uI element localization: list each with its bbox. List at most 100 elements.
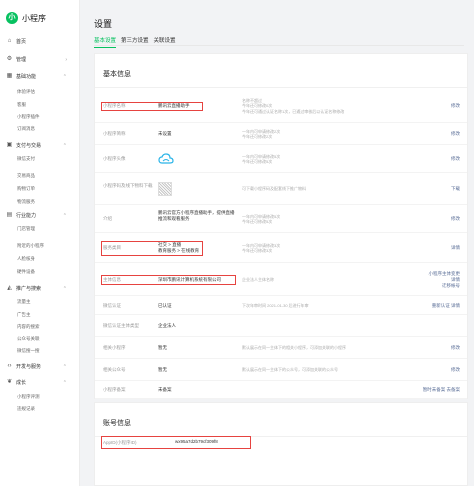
info-row: 小程序备案 未备案 暂时未备案 去备案 bbox=[95, 381, 467, 399]
description-line: 企业法人主体名称 bbox=[242, 276, 274, 282]
sidebar-item[interactable]: 小程序插件 bbox=[0, 112, 79, 121]
basic-info-card: 基本信息 小程序名称 鹏讯云直播助手 名称不超过 今年还可修改0次 今年还可通过认证名称… bbox=[94, 53, 468, 399]
basic-info-title: 基本信息 bbox=[103, 71, 131, 78]
info-row-action-link[interactable]: 下载 bbox=[451, 186, 460, 192]
sidebar-item[interactable]: 违规记录 bbox=[0, 404, 79, 413]
tab-divider bbox=[94, 45, 464, 46]
sidebar-item-label: 交易商品 bbox=[17, 172, 35, 178]
info-row: 小程序名称 鹏讯云直播助手 名称不超过 今年还可修改0次 今年还可通过认证名称1次，已通… bbox=[95, 89, 467, 123]
sidebar-item-label: 管理 bbox=[16, 57, 27, 63]
info-row-value: 鹏讯云官方小程序直播助手，提供直播推流和观看服务 bbox=[158, 210, 235, 221]
settings-tabs: 基本设置 第三方设置 关联设置 bbox=[94, 36, 181, 48]
sidebar-item[interactable]: 物流服务 bbox=[0, 197, 79, 206]
brand[interactable]: 小 小程序 bbox=[0, 0, 79, 36]
sidebar-item[interactable]: 人脸核身 bbox=[0, 254, 79, 263]
megaphone-icon: ◭ bbox=[7, 285, 12, 291]
home-icon: ⌂ bbox=[7, 38, 12, 44]
info-row-action-link[interactable]: 修改 bbox=[451, 156, 460, 162]
mini-program-code-icon[interactable] bbox=[158, 182, 172, 196]
info-row-action-link[interactable]: 修改 bbox=[451, 345, 460, 351]
description-line: 下次年审时间 2021-01-30 后进行年审 bbox=[242, 302, 309, 308]
sidebar-item-label: 内容的搜索 bbox=[17, 323, 40, 329]
sidebar-item[interactable]: 小程序评测 bbox=[0, 392, 79, 401]
info-row: 微信认证主体类型 企业法人 bbox=[95, 315, 467, 337]
info-row-label: 小程序名称 bbox=[103, 103, 126, 108]
info-row-label: 小程序码及线下物料下载 bbox=[103, 183, 153, 188]
info-row-action-link[interactable]: 小程序主体变更 详情 迁移帐号 bbox=[429, 271, 461, 289]
sidebar-item-label: 小程序评测 bbox=[17, 393, 40, 399]
sidebar-item[interactable]: ⚙ 管理 › bbox=[0, 55, 79, 64]
info-row-label: 小程序头像 bbox=[103, 156, 126, 161]
info-row-action-link[interactable]: 修改 bbox=[451, 367, 460, 373]
sidebar-item-label: 支付与交易 bbox=[16, 143, 42, 149]
description-line: 默认展示在同一主体下的公众号，可添加关联的公众号 bbox=[242, 367, 338, 373]
sidebar-item-label: 物流服务 bbox=[17, 198, 35, 204]
tab-basic[interactable]: 基本设置 bbox=[94, 36, 117, 48]
info-row-value: 未备案 bbox=[158, 387, 172, 392]
appid-value: wx95a7d2b79cf309f8 bbox=[175, 439, 218, 444]
sidebar-item[interactable]: 附近的小程序 bbox=[0, 241, 79, 250]
sidebar-item-label: 硬件设备 bbox=[17, 268, 35, 274]
info-row-description: 下次年审时间 2021-01-30 后进行年审 bbox=[242, 303, 309, 309]
sidebar-item[interactable]: 微信搜一搜 bbox=[0, 346, 79, 355]
info-row: 小程序头像 一年内可申请修改5次 今年还可修改5次 修改 bbox=[95, 145, 467, 173]
info-row-description: 名称不超过 今年还可修改0次 今年还可通过认证名称1次，已通过审核后以认证名称修改 bbox=[242, 98, 344, 115]
info-row-description: 企业法人主体名称 bbox=[242, 277, 274, 283]
sidebar-item[interactable]: ▦ 基础功能 ⌃ bbox=[0, 72, 79, 81]
sidebar-item[interactable]: ▣ 支付与交易 ⌃ bbox=[0, 141, 79, 150]
sidebar-item[interactable]: ⌂ 首页 bbox=[0, 37, 79, 46]
sidebar-item[interactable]: 客服 bbox=[0, 100, 79, 109]
sidebar-item-label: 首页 bbox=[16, 39, 27, 45]
wallet-icon: ▣ bbox=[6, 142, 13, 148]
sidebar-item[interactable]: 交易商品 bbox=[0, 171, 79, 180]
sidebar-item[interactable]: 体验评估 bbox=[0, 87, 79, 96]
sidebar-item[interactable]: ‹› 开发与服务 ⌃ bbox=[0, 362, 79, 371]
sidebar-item-label: 体验评估 bbox=[17, 88, 35, 94]
description-line: 今年还可修改5次 bbox=[242, 219, 273, 224]
info-row: 相关小程序 暂无 默认展示在同一主体下的相关小程序，可添加关联的小程序 修改 bbox=[95, 337, 467, 359]
chevron-icon: ⌃ bbox=[62, 285, 67, 292]
info-row-action-link[interactable]: 重新认证 详情 bbox=[432, 303, 460, 309]
chevron-icon: ⌃ bbox=[62, 379, 67, 386]
sidebar-item-label: 违规记录 bbox=[17, 405, 35, 411]
chevron-icon: ⌃ bbox=[62, 212, 67, 219]
sidebar-item[interactable]: 购物订单 bbox=[0, 184, 79, 193]
sidebar-item-label: 开发与服务 bbox=[16, 364, 42, 370]
sidebar-item[interactable]: 内容的搜索 bbox=[0, 322, 79, 331]
info-row-action-link[interactable]: 修改 bbox=[451, 131, 460, 137]
sidebar-item-label: 购物订单 bbox=[17, 185, 35, 191]
card-divider bbox=[95, 87, 467, 88]
sidebar-item[interactable]: 硬件设备 bbox=[0, 267, 79, 276]
avatar-cloud-icon[interactable] bbox=[158, 153, 174, 165]
sidebar-item[interactable]: 广告主 bbox=[0, 310, 79, 319]
sidebar-item-label: 附近的小程序 bbox=[17, 242, 44, 248]
description-line: 默认展示在同一主体下的相关小程序，可添加关联的小程序 bbox=[242, 345, 346, 351]
sidebar-item-label: 客服 bbox=[17, 101, 26, 107]
chevron-icon: ⌃ bbox=[62, 142, 67, 149]
chevron-icon: › bbox=[65, 56, 67, 63]
tab-linked[interactable]: 关联设置 bbox=[154, 36, 176, 48]
sidebar-item[interactable]: 公众号关联 bbox=[0, 334, 79, 343]
sidebar-item-label: 门店管理 bbox=[17, 225, 35, 231]
sidebar-item[interactable]: ◭ 推广与搜索 ⌃ bbox=[0, 284, 79, 293]
mini-program-logo-icon: 小 bbox=[6, 12, 18, 24]
leaf-icon: ❦ bbox=[6, 379, 13, 385]
info-row-action-link[interactable]: 暂时未备案 去备案 bbox=[423, 387, 460, 393]
sidebar-item[interactable]: 微信支付 bbox=[0, 154, 79, 163]
appid-label: AppID(小程序ID) bbox=[103, 440, 137, 445]
sidebar-item[interactable]: ▤ 行业能力 ⌃ bbox=[0, 211, 79, 220]
info-row-action-link[interactable]: 修改 bbox=[451, 216, 460, 222]
tab-third-party[interactable]: 第三方设置 bbox=[121, 36, 149, 48]
sidebar-item[interactable]: 流量主 bbox=[0, 297, 79, 306]
chevron-icon: ⌃ bbox=[62, 363, 67, 370]
sidebar-item[interactable]: ❦ 成长 ⌃ bbox=[0, 378, 79, 387]
sidebar: 小 小程序 ⌂ 首页 ⚙ 管理 › ▦ 基础功能 ⌃ 体验评估 客服 小程序插件 订阅消息 ▣ 支付与交易… bbox=[0, 0, 80, 486]
info-row-label: 小程序简称 bbox=[103, 131, 126, 136]
page-title: 设置 bbox=[94, 19, 113, 29]
info-row-action-link[interactable]: 修改 bbox=[451, 103, 460, 109]
info-row-value: 社交 > 直播 教育服务 > 在线教育 bbox=[158, 242, 200, 253]
sidebar-item-label: 流量主 bbox=[17, 298, 31, 304]
info-row-action-link[interactable]: 详情 bbox=[451, 245, 460, 251]
sidebar-item[interactable]: 门店管理 bbox=[0, 224, 79, 233]
sidebar-item[interactable]: 订阅消息 bbox=[0, 124, 79, 133]
